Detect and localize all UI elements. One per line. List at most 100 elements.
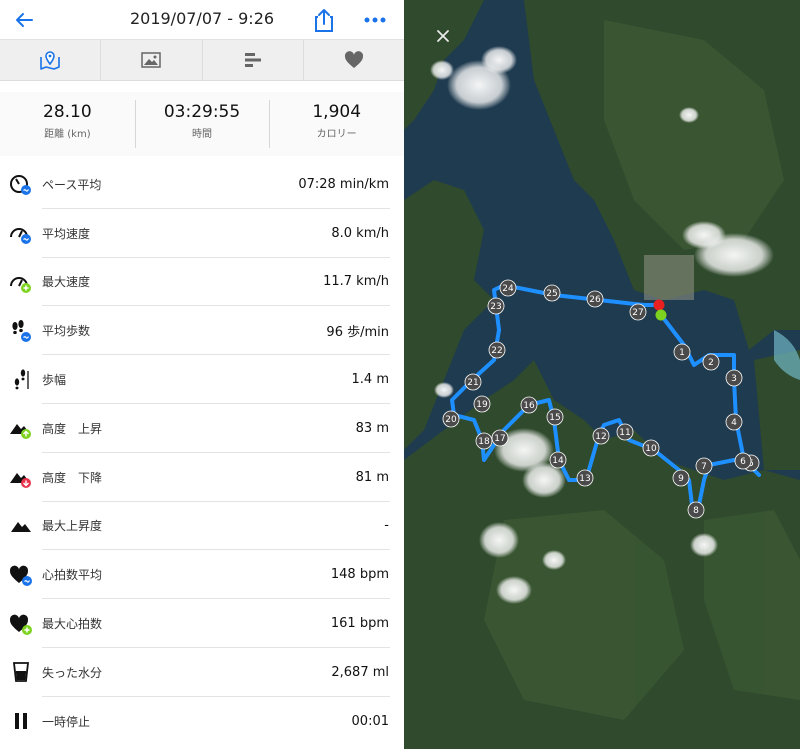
stat-row-max-speed: 最大速度 11.7 km/h	[0, 258, 404, 307]
km-marker: 2	[702, 353, 720, 371]
km-marker-label: 20	[445, 415, 457, 425]
heart-icon	[344, 51, 363, 68]
km-marker-label: 26	[589, 295, 601, 305]
km-marker: 19	[473, 395, 491, 413]
km-marker-label: 1	[679, 348, 685, 358]
elevation-loss-icon	[10, 473, 31, 489]
more-button[interactable]	[360, 8, 390, 32]
time-value: 03:29:55	[163, 102, 241, 122]
distance-value: 28.10	[43, 102, 92, 122]
stat-row-cadence: 平均歩数 96 歩/min	[0, 306, 404, 355]
pause-icon	[15, 713, 27, 730]
km-marker-label: 19	[476, 400, 488, 410]
close-map-button[interactable]	[432, 25, 454, 47]
stat-row-water-loss: 失った水分 2,687 ml	[0, 648, 404, 697]
elevation-max-icon	[11, 521, 31, 532]
town-area	[644, 255, 694, 300]
km-marker: 15	[546, 408, 564, 426]
stat-value: 1.4 m	[351, 372, 389, 388]
km-marker: 17	[491, 429, 509, 447]
start-marker	[655, 309, 667, 321]
km-marker-label: 11	[619, 428, 630, 438]
stat-value: 83 m	[355, 420, 389, 436]
share-button[interactable]	[311, 6, 337, 34]
km-marker: 9	[672, 469, 690, 487]
km-marker-label: 6	[740, 457, 746, 467]
summary-distance: 28.10 距離 (km)	[0, 92, 135, 156]
km-marker-label: 8	[693, 506, 699, 516]
km-marker: 27	[629, 303, 647, 321]
stat-label: 平均速度	[42, 226, 91, 241]
end-marker	[653, 299, 665, 311]
km-marker: 7	[695, 457, 713, 475]
km-marker: 8	[687, 501, 705, 519]
km-marker: 23	[487, 297, 505, 315]
stat-label: 歩幅	[42, 373, 67, 388]
calories-label: カロリー	[316, 129, 357, 140]
stat-row-max-elevation: 最大上昇度 -	[0, 502, 404, 551]
stat-label: ペース平均	[42, 177, 102, 192]
heart-rate-max-icon	[9, 614, 32, 635]
stat-row-stride: 歩幅 1.4 m	[0, 355, 404, 404]
km-marker-label: 12	[595, 432, 606, 442]
stat-label: 平均歩数	[42, 324, 91, 339]
page-title: 2019/07/07 - 9:26	[129, 9, 275, 28]
close-icon	[437, 30, 449, 42]
km-marker-label: 14	[552, 456, 564, 466]
stat-label: 最大心拍数	[42, 617, 103, 632]
image-icon	[141, 52, 162, 68]
km-marker: 4	[725, 413, 743, 431]
share-icon	[315, 9, 333, 32]
stat-label: 最大速度	[42, 275, 91, 290]
route-map[interactable]: 1 2 3 4 5 6 7 8 9 10 11 12 13 14 15 16 17 18 19 20 21 22 23 24 2…	[404, 0, 800, 749]
activity-detail-panel: 2019/07/07 - 9:26 28.10 距離 (km) 03:29:55…	[0, 0, 404, 749]
km-marker-label: 24	[502, 284, 514, 294]
stat-value: 161 bpm	[330, 616, 389, 632]
km-marker: 6	[734, 452, 752, 470]
km-marker: 24	[499, 279, 517, 297]
more-dots-icon	[364, 17, 386, 23]
km-marker-label: 17	[494, 434, 505, 444]
satellite-map[interactable]: 123456789101112131415161718192021222324 2…	[404, 0, 800, 749]
km-marker-label: 16	[523, 401, 535, 411]
km-marker: 14	[549, 451, 567, 469]
stat-value: 2,687 ml	[331, 664, 389, 680]
km-marker-label: 27	[632, 308, 643, 318]
bar-list-icon	[244, 53, 261, 67]
stat-row-elevation-loss: 高度 下降 81 m	[0, 453, 404, 502]
km-marker-label: 10	[645, 444, 657, 454]
tab-map[interactable]	[0, 40, 102, 80]
stat-row-pause: 一時停止 00:01	[0, 697, 404, 746]
km-marker-label: 18	[478, 437, 490, 447]
top-bar: 2019/07/07 - 9:26	[0, 0, 404, 40]
km-marker: 13	[576, 469, 594, 487]
stat-row-avg-heart-rate: 心拍数平均 148 bpm	[0, 550, 404, 599]
stat-value: 07:28 min/km	[298, 176, 389, 192]
km-marker-label: 22	[491, 346, 502, 356]
stat-value: 81 m	[355, 469, 389, 485]
stat-row-elevation-gain: 高度 上昇 83 m	[0, 404, 404, 453]
stat-row-avg-speed: 平均速度 8.0 km/h	[0, 209, 404, 258]
detail-tabs	[0, 40, 404, 81]
km-marker-label: 23	[490, 302, 501, 312]
km-marker: 3	[725, 369, 743, 387]
km-marker-label: 2	[708, 358, 714, 368]
stat-value: 8.0 km/h	[331, 225, 389, 241]
stat-value: 148 bpm	[330, 567, 389, 583]
tab-laps[interactable]	[203, 40, 304, 80]
stats-list: ペース平均 07:28 min/km 平均速度 8.0 km/h 最大速度 11…	[0, 160, 404, 746]
heart-rate-avg-icon	[9, 565, 32, 586]
km-marker: 26	[586, 290, 604, 308]
water-loss-icon	[12, 662, 30, 683]
km-marker: 16	[520, 396, 538, 414]
km-marker: 25	[543, 284, 561, 302]
stat-value: 96 歩/min	[326, 325, 389, 341]
km-marker-label: 15	[549, 413, 560, 423]
tab-heart-rate[interactable]	[304, 40, 404, 80]
tab-photos[interactable]	[101, 40, 203, 80]
stat-value: 00:01	[351, 713, 389, 729]
km-marker-label: 25	[546, 289, 557, 299]
km-marker: 10	[642, 439, 660, 457]
time-label: 時間	[192, 129, 212, 140]
stat-label: 心拍数平均	[42, 568, 103, 583]
